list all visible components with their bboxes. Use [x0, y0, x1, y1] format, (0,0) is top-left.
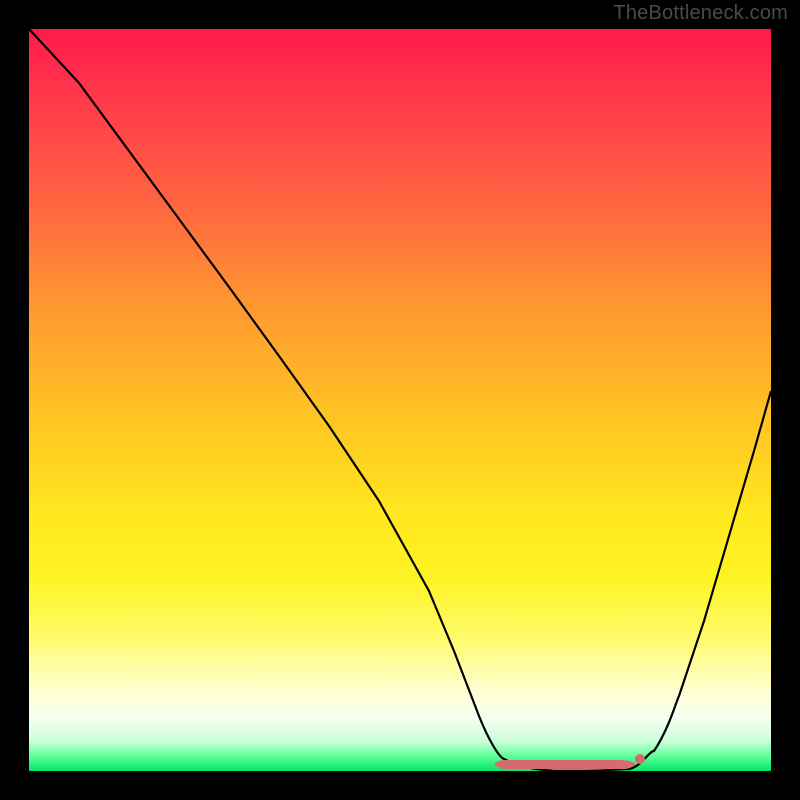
plot-area — [29, 29, 771, 771]
curve-layer — [29, 29, 771, 771]
chart-frame: TheBottleneck.com — [0, 0, 800, 800]
bottleneck-curve — [29, 29, 771, 771]
watermark-text: TheBottleneck.com — [613, 2, 788, 25]
bottleneck-dot — [635, 754, 645, 764]
bottleneck-minimum-band — [494, 760, 636, 769]
